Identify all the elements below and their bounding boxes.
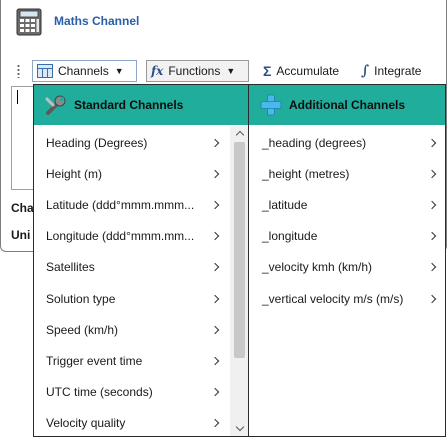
scroll-down-button[interactable] (230, 421, 248, 436)
units-label: Uni (11, 228, 31, 242)
chevron-right-icon (427, 169, 437, 179)
chevron-down-icon: ▼ (114, 66, 124, 76)
chevron-right-icon (210, 263, 220, 272)
integrate-button[interactable]: ∫ Integrate (357, 60, 425, 82)
scroll-thumb[interactable] (234, 142, 245, 358)
menu-item-heading-degrees[interactable]: _heading (degrees) (249, 127, 445, 158)
menu-item-satellites[interactable]: Satellites (34, 252, 229, 283)
chevron-right-icon (427, 138, 437, 147)
menu-item-label: _vertical velocity m/s (m/s) (262, 291, 404, 306)
menu-item-trigger-event-time[interactable]: Trigger event time (34, 345, 229, 376)
menu-item-velocity-kmh[interactable]: _velocity kmh (km/h) (249, 252, 445, 283)
chevron-down-icon (235, 422, 244, 432)
chevron-right-icon (210, 169, 220, 179)
menu-item-label: UTC time (seconds) (46, 385, 153, 400)
chevron-right-icon (210, 419, 220, 428)
chevron-right-icon (427, 294, 437, 303)
menu-item-label: _velocity kmh (km/h) (262, 260, 373, 275)
toolbar-grip[interactable] (17, 64, 20, 78)
menu-item-speed[interactable]: Speed (km/h) (34, 314, 229, 345)
menu-item-label: _longitude (262, 229, 318, 244)
calculator-icon (16, 8, 42, 36)
chevron-right-icon (427, 200, 437, 210)
menu-item-latitude[interactable]: Latitude (ddd°mmm.mmm... (34, 189, 229, 220)
functions-dropdown-button[interactable]: fx Functions ▼ (146, 60, 249, 82)
additional-channels-list: _heading (degrees) _height (metres) _lat… (249, 127, 445, 314)
toolbar: Channels ▼ fx Functions ▼ Σ Accumulate ∫… (1, 58, 447, 86)
text-caret (17, 90, 18, 104)
menu-item-label: _heading (degrees) (262, 135, 367, 150)
menu-item-height[interactable]: Height (m) (34, 158, 229, 189)
menu-item-label: Solution type (46, 291, 116, 306)
accumulate-label: Accumulate (276, 64, 340, 78)
integral-icon: ∫ (361, 63, 370, 79)
menu-item-utc-time[interactable]: UTC time (seconds) (34, 377, 229, 408)
menu-item-label: _latitude (262, 197, 308, 212)
integrate-label: Integrate (374, 64, 422, 78)
chevron-up-icon (235, 130, 244, 140)
scroll-up-button[interactable] (230, 126, 248, 142)
menu-scrollbar[interactable] (230, 126, 248, 436)
window-title: Maths Channel (54, 14, 140, 28)
channel-name-label: Cha (11, 201, 34, 215)
standard-channels-menu: Standard Channels Heading (Degrees) Heig… (33, 84, 249, 437)
menu-item-label: _height (metres) (262, 166, 350, 181)
chevron-right-icon (210, 138, 220, 147)
fx-icon: fx (151, 64, 164, 78)
menu-item-label: Heading (Degrees) (46, 135, 148, 150)
chevron-down-icon: ▼ (226, 66, 236, 76)
wrench-icon (45, 95, 66, 115)
channels-dropdown-button[interactable]: Channels ▼ (32, 60, 137, 82)
standard-channels-title: Standard Channels (74, 98, 184, 112)
menu-item-label: Speed (km/h) (46, 322, 119, 337)
menu-item-velocity-quality[interactable]: Velocity quality (34, 408, 229, 436)
chevron-right-icon (427, 263, 437, 272)
accumulate-button[interactable]: Σ Accumulate (259, 60, 343, 82)
standard-channels-list: Heading (Degrees) Height (m) Latitude (d… (34, 127, 248, 436)
chevron-right-icon (210, 356, 220, 366)
menu-item-latitude-extra[interactable]: _latitude (249, 189, 445, 220)
additional-channels-menu: Additional Channels _heading (degrees) _… (248, 84, 446, 437)
standard-channels-header: Standard Channels (34, 85, 248, 125)
title-bar: Maths Channel (1, 0, 447, 44)
chevron-right-icon (210, 294, 220, 303)
menu-item-vertical-velocity[interactable]: _vertical velocity m/s (m/s) (249, 283, 445, 314)
additional-channels-header: Additional Channels (249, 85, 445, 125)
menu-item-label: Longitude (ddd°mmm.mm... (46, 229, 195, 244)
menu-item-heading[interactable]: Heading (Degrees) (34, 127, 229, 158)
menu-item-longitude[interactable]: Longitude (ddd°mmm.mm... (34, 221, 229, 252)
sigma-icon: Σ (263, 63, 272, 79)
menu-item-label: Height (m) (46, 166, 103, 181)
menu-item-label: Trigger event time (46, 353, 143, 368)
functions-label: Functions (168, 64, 221, 78)
chevron-right-icon (210, 325, 220, 334)
menu-item-longitude-extra[interactable]: _longitude (249, 221, 445, 252)
menu-item-height-metres[interactable]: _height (metres) (249, 158, 445, 189)
chevron-right-icon (210, 231, 220, 241)
plus-icon (260, 94, 282, 116)
chevron-right-icon (427, 231, 437, 241)
channels-label: Channels (58, 64, 109, 78)
menu-item-label: Latitude (ddd°mmm.mmm... (46, 197, 195, 212)
menu-item-label: Velocity quality (46, 416, 126, 431)
chevron-right-icon (210, 200, 220, 210)
channels-icon (37, 64, 53, 78)
additional-channels-title: Additional Channels (289, 98, 406, 112)
menu-item-label: Satellites (46, 260, 95, 275)
chevron-right-icon (210, 387, 220, 397)
menu-item-solution-type[interactable]: Solution type (34, 283, 229, 314)
